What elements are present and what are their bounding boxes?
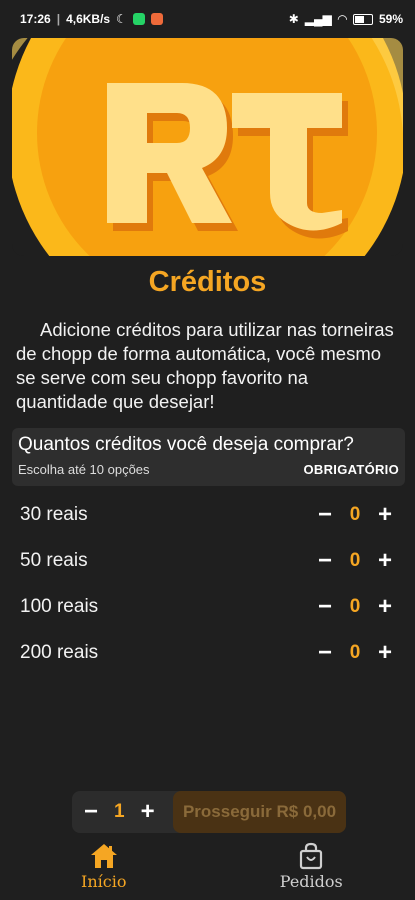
signal-icon: ▂▄▆ bbox=[304, 12, 332, 26]
option-label: 100 reais bbox=[20, 596, 99, 617]
option-row: 50 reais − 0 + bbox=[20, 546, 395, 576]
home-icon bbox=[90, 844, 117, 868]
battery-icon bbox=[352, 13, 373, 25]
rt-coin-logo bbox=[12, 38, 403, 256]
app-notification-icon bbox=[150, 13, 163, 25]
cart-increment-button[interactable]: + bbox=[141, 800, 155, 824]
increment-button[interactable]: + bbox=[375, 641, 395, 665]
cart-quantity-value: 1 bbox=[114, 801, 125, 822]
decrement-button[interactable]: − bbox=[315, 503, 335, 527]
nav-orders-label: Pedidos bbox=[279, 872, 343, 891]
nav-orders[interactable]: Pedidos bbox=[208, 842, 415, 900]
network-speed: 4,6KB/s bbox=[66, 12, 111, 26]
status-time: 17:26 bbox=[20, 12, 51, 26]
increment-button[interactable]: + bbox=[375, 503, 395, 527]
option-label: 30 reais bbox=[20, 504, 88, 525]
shopping-bag-icon bbox=[300, 842, 323, 870]
quantity-value: 0 bbox=[349, 642, 361, 663]
battery-level: 59% bbox=[378, 12, 403, 26]
quantity-stepper: − 0 + bbox=[315, 641, 395, 665]
option-row: 200 reais − 0 + bbox=[20, 638, 395, 668]
credits-banner bbox=[12, 38, 403, 256]
decrement-button[interactable]: − bbox=[315, 641, 335, 665]
cart-quantity-stepper: − 1 + bbox=[72, 800, 172, 824]
nav-home[interactable]: Início bbox=[0, 842, 208, 900]
decrement-button[interactable]: − bbox=[315, 549, 335, 573]
nav-home-label: Início bbox=[81, 872, 127, 891]
increment-button[interactable]: + bbox=[375, 549, 395, 573]
page-title: Créditos bbox=[148, 266, 267, 298]
quantity-value: 0 bbox=[349, 596, 361, 617]
quantity-value: 0 bbox=[349, 550, 361, 571]
proceed-button[interactable]: Prosseguir R$ 0,00 bbox=[173, 791, 346, 833]
quantity-value: 0 bbox=[349, 504, 361, 525]
option-label: 200 reais bbox=[20, 642, 99, 663]
decrement-button[interactable]: − bbox=[315, 595, 335, 619]
question-subtitle: Escolha até 10 opções bbox=[18, 462, 150, 477]
bluetooth-icon: ✱ bbox=[288, 12, 299, 26]
required-badge: OBRIGATÓRIO bbox=[303, 462, 399, 477]
credits-question-header: Quantos créditos você deseja comprar? Es… bbox=[12, 428, 405, 486]
cart-bar: − 1 + Prosseguir R$ 0,00 bbox=[72, 791, 346, 833]
moon-icon: ☾ bbox=[116, 12, 127, 26]
option-row: 100 reais − 0 + bbox=[20, 592, 395, 622]
cart-decrement-button[interactable]: − bbox=[84, 800, 98, 824]
whatsapp-icon bbox=[132, 13, 145, 25]
wifi-icon: ◠ bbox=[337, 12, 347, 26]
option-label: 50 reais bbox=[20, 550, 88, 571]
question-title: Quantos créditos você deseja comprar? bbox=[18, 434, 354, 455]
increment-button[interactable]: + bbox=[375, 595, 395, 619]
option-row: 30 reais − 0 + bbox=[20, 500, 395, 530]
quantity-stepper: − 0 + bbox=[315, 503, 395, 527]
quantity-stepper: − 0 + bbox=[315, 595, 395, 619]
quantity-stepper: − 0 + bbox=[315, 549, 395, 573]
bottom-nav: Início Pedidos bbox=[0, 842, 415, 900]
status-bar: 17:26 | 4,6KB/s ☾ ✱ ▂▄▆ ◠ 59% bbox=[20, 12, 403, 26]
page-description: Adicione créditos para utilizar nas torn… bbox=[16, 319, 394, 412]
